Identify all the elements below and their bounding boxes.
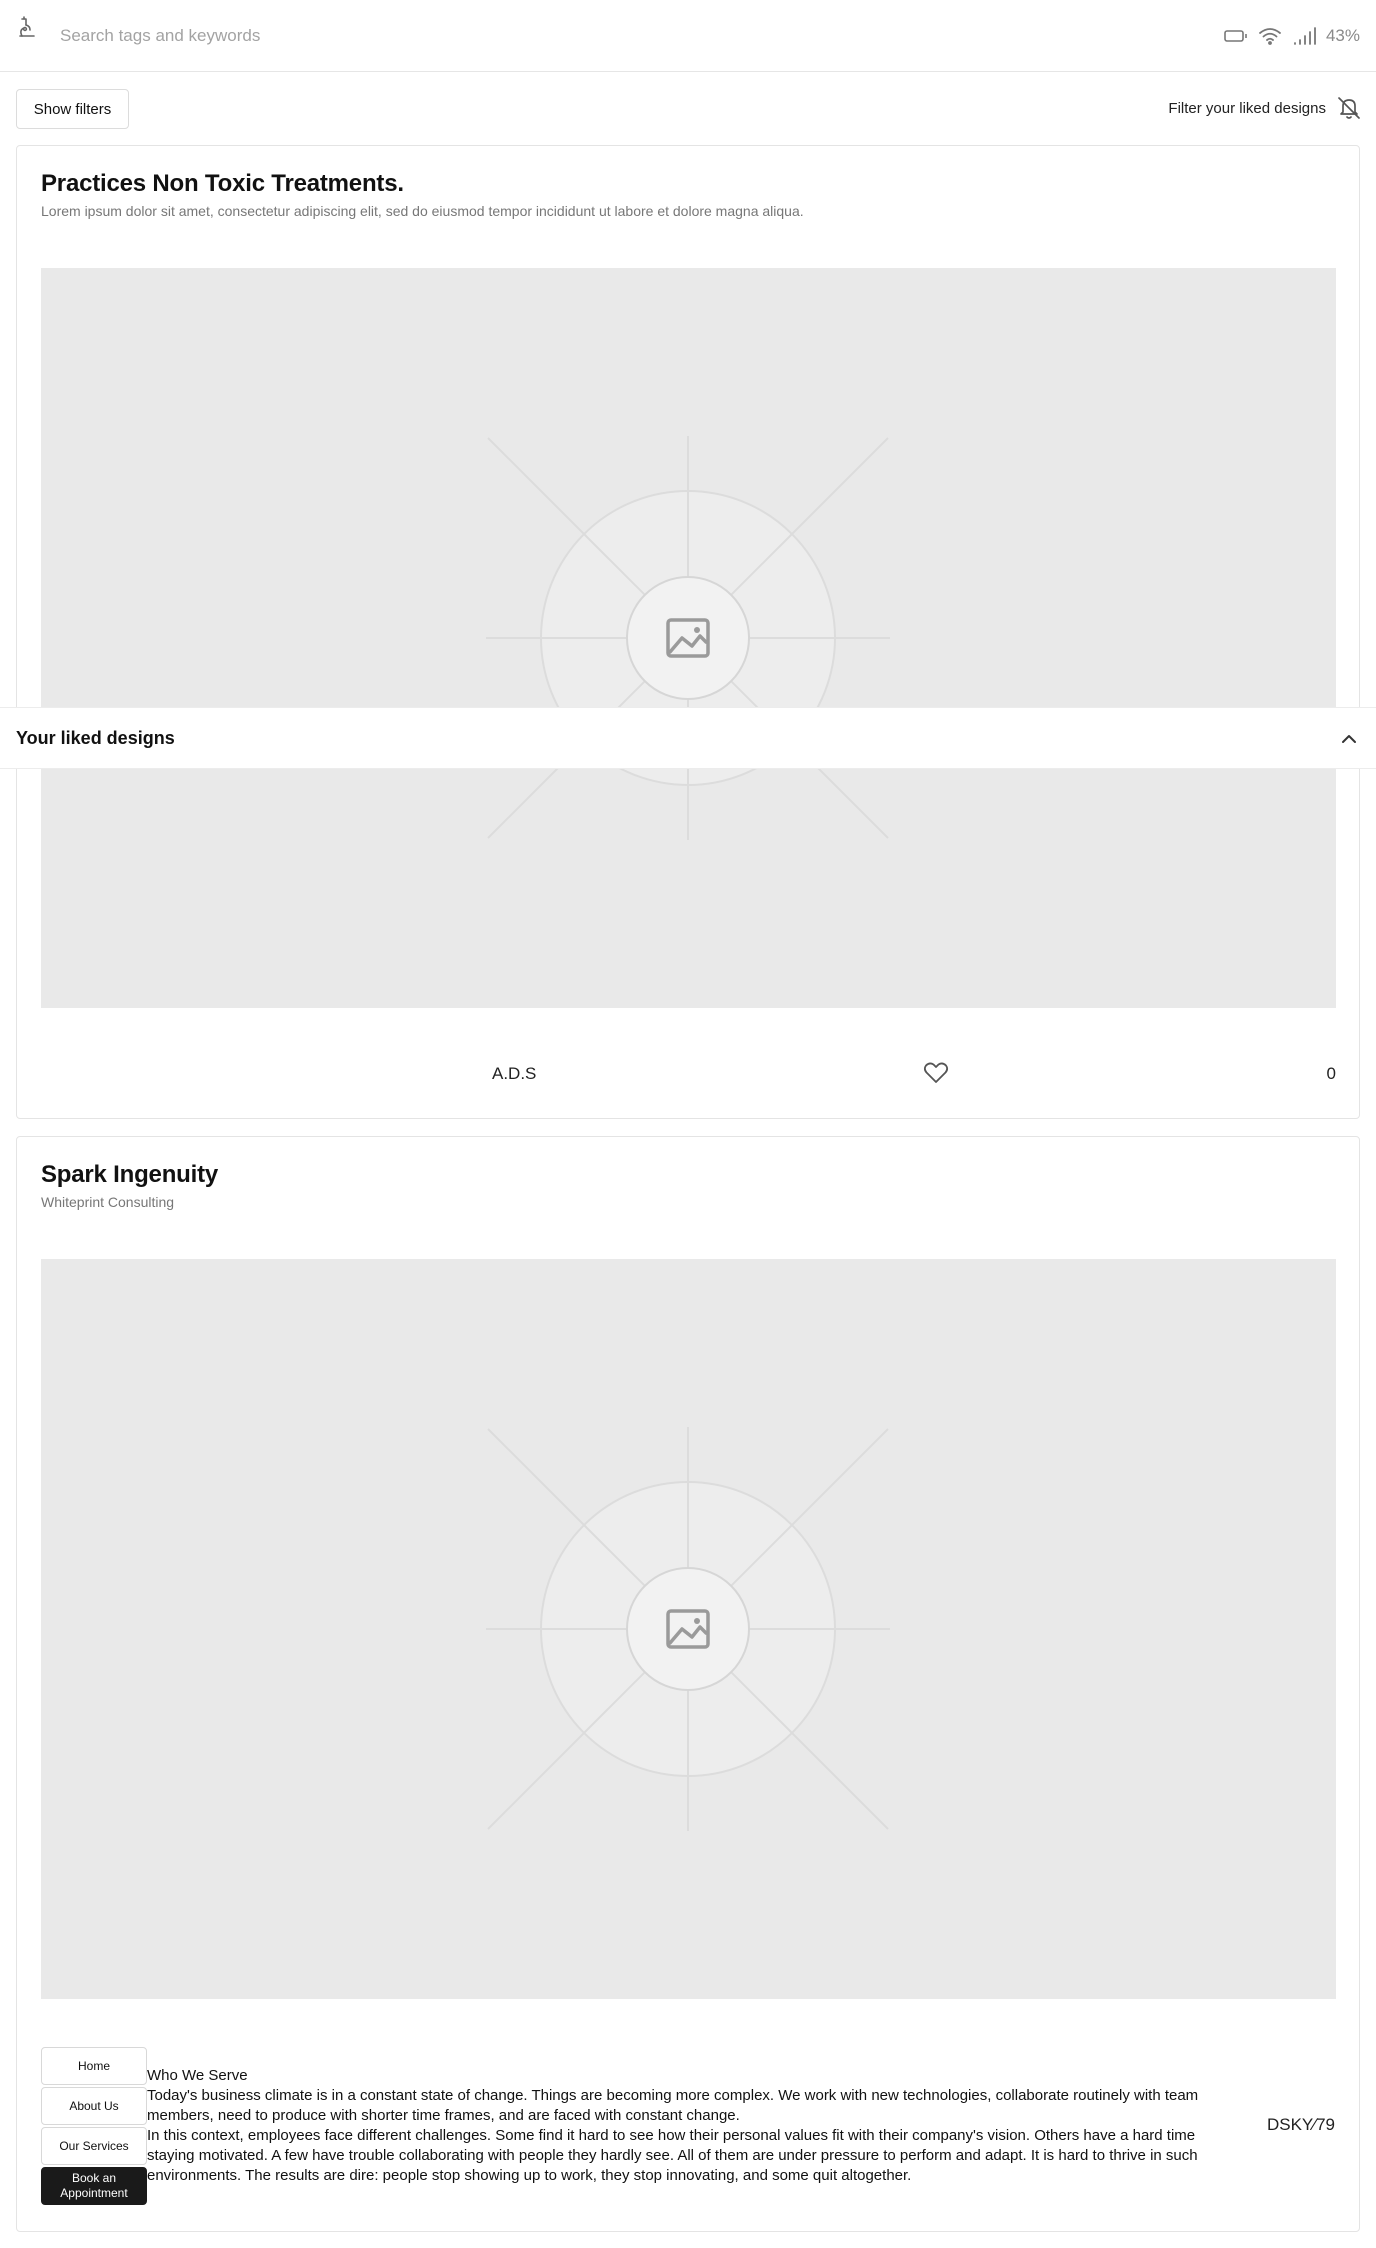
preview-heading: Who We Serve (147, 2067, 248, 2084)
status-indicators: 43% (1224, 24, 1360, 48)
filter-liked-designs-label: Filter your liked designs (1168, 99, 1326, 117)
microscope-logo-icon[interactable] (16, 16, 38, 40)
preview-nav-our-services[interactable]: Our Services (41, 2127, 147, 2165)
author-name[interactable]: DSKY∕79 (1267, 2115, 1335, 2135)
heart-icon[interactable] (923, 1061, 949, 1085)
card-image-placeholder[interactable] (41, 1259, 1336, 1999)
author-name[interactable]: A.D.S (492, 1064, 536, 1084)
wifi-icon (1259, 28, 1281, 45)
design-card[interactable]: Practices Non Toxic Treatments. Lorem ip… (16, 145, 1360, 1119)
preview-paragraph: In this context, employees face differen… (147, 2127, 1198, 2184)
battery-icon (1224, 30, 1247, 42)
chevron-up-icon[interactable] (1340, 730, 1358, 748)
preview-text-block: Who We Serve Today's business climate is… (147, 2066, 1227, 2186)
image-placeholder-graphic (486, 436, 890, 840)
like-count: 0 (1326, 1064, 1336, 1083)
preview-nav-book-appointment[interactable]: Book an Appointment (41, 2167, 147, 2205)
preview-paragraph: Today's business climate is in a constan… (147, 2087, 1199, 2124)
preview-nav-about-us[interactable]: About Us (41, 2087, 147, 2125)
liked-designs-panel-header[interactable]: Your liked designs (0, 707, 1376, 769)
card-subtitle: Lorem ipsum dolor sit amet, consectetur … (41, 203, 804, 219)
preview-nav-home[interactable]: Home (41, 2047, 147, 2085)
card-footer: A.D.S 0 (41, 1054, 1336, 1094)
cellular-signal-icon (1294, 27, 1316, 45)
bell-off-icon (1338, 97, 1360, 119)
design-card[interactable]: Spark Ingenuity Whiteprint Consulting Ho… (16, 1136, 1360, 2232)
card-subtitle: Whiteprint Consulting (41, 1194, 175, 1210)
preview-nav: Home About Us Our Services Book an Appoi… (41, 2047, 147, 2207)
top-bar: 43% (0, 0, 1376, 72)
card-image-placeholder[interactable] (41, 268, 1336, 1008)
card-title: Practices Non Toxic Treatments. (41, 170, 404, 197)
image-placeholder-graphic (486, 1427, 890, 1831)
search-input[interactable] (60, 22, 660, 50)
card-title: Spark Ingenuity (41, 1161, 219, 1188)
show-filters-button[interactable]: Show filters (16, 89, 129, 129)
battery-percentage: 43% (1325, 26, 1360, 45)
filter-liked-designs-toggle[interactable]: Filter your liked designs (1168, 94, 1362, 122)
liked-designs-title: Your liked designs (16, 728, 175, 748)
